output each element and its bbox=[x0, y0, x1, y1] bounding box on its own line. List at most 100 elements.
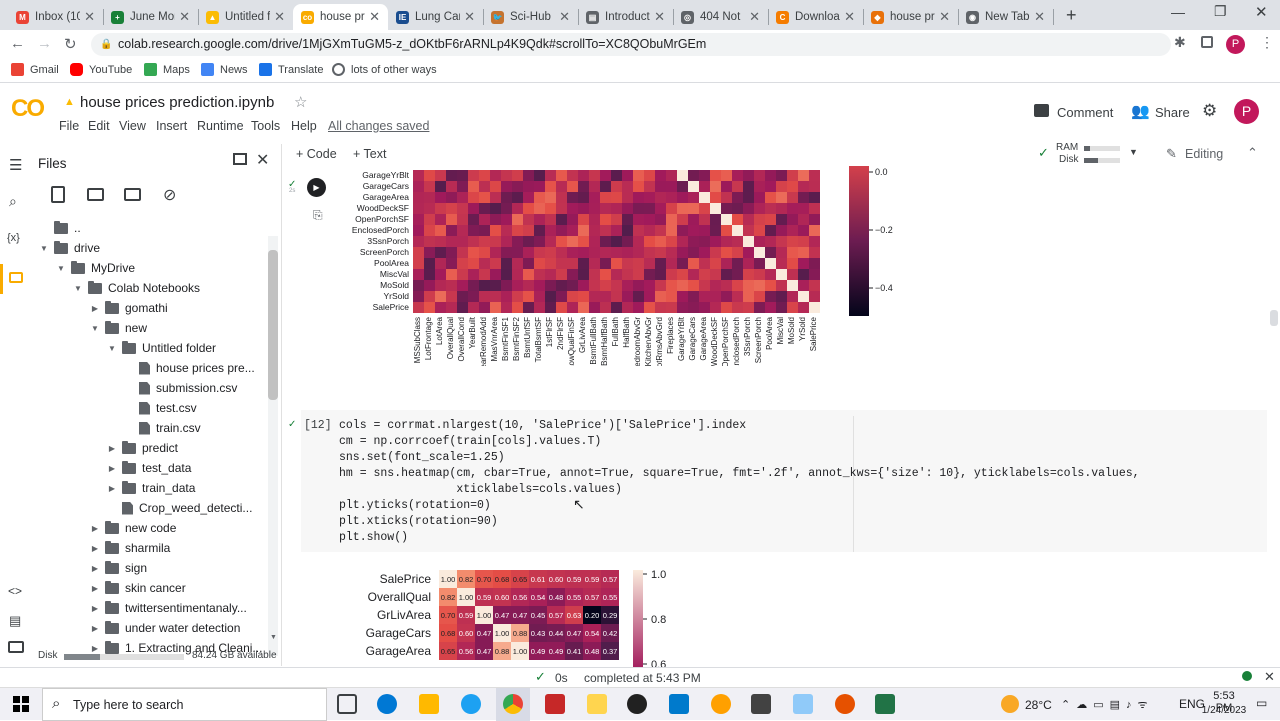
account-avatar[interactable]: P bbox=[1234, 99, 1259, 124]
close-tab-icon[interactable]: ✕ bbox=[559, 9, 570, 25]
side-panel-icon[interactable] bbox=[1201, 36, 1213, 48]
code-line[interactable]: sns.set(font_scale=1.25) bbox=[339, 451, 505, 464]
folder-item[interactable]: ▶ gomathi bbox=[89, 298, 168, 318]
browser-tab[interactable]: ◎ 404 Not ✕ bbox=[673, 4, 768, 30]
expand-down-icon[interactable]: ▼ bbox=[55, 264, 67, 273]
folder-item[interactable]: ▼ Colab Notebooks bbox=[72, 278, 200, 298]
resources-dropdown-icon[interactable]: ▼ bbox=[1129, 147, 1138, 157]
expand-down-icon[interactable]: ▼ bbox=[72, 284, 84, 293]
editing-mode-button[interactable]: Editing bbox=[1185, 147, 1223, 161]
folder-item[interactable]: ▼ drive bbox=[38, 238, 100, 258]
browser-tab[interactable]: IE Lung Can ✕ bbox=[388, 4, 483, 30]
expand-right-icon[interactable]: ▶ bbox=[89, 524, 101, 533]
browser-menu-icon[interactable]: ⋮ bbox=[1260, 34, 1274, 51]
app-icon-yellow[interactable] bbox=[587, 694, 607, 714]
command-palette-icon[interactable]: ▤ bbox=[9, 613, 21, 629]
file-item[interactable]: house prices pre... bbox=[123, 358, 255, 378]
chrome-icon[interactable] bbox=[503, 694, 523, 714]
files-folder-icon[interactable] bbox=[9, 272, 23, 283]
close-tab-icon[interactable]: ✕ bbox=[939, 9, 950, 25]
forward-icon[interactable]: → bbox=[37, 35, 52, 52]
expand-right-icon[interactable]: ▶ bbox=[106, 464, 118, 473]
scroll-down-icon[interactable]: ▼ bbox=[270, 634, 277, 641]
file-item[interactable]: Crop_weed_detecti... bbox=[106, 498, 252, 518]
app-icon-orange[interactable] bbox=[711, 694, 731, 714]
collapse-header-icon[interactable]: ⌃ bbox=[1247, 145, 1258, 161]
notifications-icon[interactable]: ▭ bbox=[1256, 696, 1267, 710]
star-icon[interactable]: ☆ bbox=[294, 93, 307, 111]
code-line[interactable]: xticklabels=cols.values) bbox=[339, 483, 622, 496]
menu-help[interactable]: Help bbox=[291, 119, 317, 133]
code-line[interactable]: plt.show() bbox=[339, 531, 408, 544]
variables-icon[interactable]: {x} bbox=[7, 232, 20, 244]
close-tab-icon[interactable]: ✕ bbox=[274, 9, 285, 25]
app-icon-red[interactable] bbox=[545, 694, 565, 714]
folder-item[interactable]: ▶ predict bbox=[106, 438, 178, 458]
hide-files-icon[interactable]: ⊘ bbox=[163, 185, 176, 205]
expand-right-icon[interactable]: ▶ bbox=[89, 304, 101, 313]
folder-item[interactable]: ▶ twittersentimentanaly... bbox=[89, 598, 247, 618]
code-line[interactable]: plt.xticks(rotation=90) bbox=[339, 515, 498, 528]
vscode-icon[interactable] bbox=[669, 694, 689, 714]
terminal-icon[interactable] bbox=[8, 641, 24, 653]
folder-item[interactable]: .. bbox=[38, 218, 81, 238]
expand-right-icon[interactable]: ▶ bbox=[89, 564, 101, 573]
menu-edit[interactable]: Edit bbox=[88, 119, 110, 133]
close-tab-icon[interactable]: ✕ bbox=[179, 9, 190, 25]
menu-view[interactable]: View bbox=[119, 119, 146, 133]
close-tab-icon[interactable]: ✕ bbox=[749, 9, 760, 25]
menu-runtime[interactable]: Runtime bbox=[197, 119, 244, 133]
close-tab-icon[interactable]: ✕ bbox=[464, 9, 475, 25]
browser-tab[interactable]: C Downloa ✕ bbox=[768, 4, 863, 30]
folder-item[interactable]: ▶ sign bbox=[89, 558, 147, 578]
close-tab-icon[interactable]: ✕ bbox=[1034, 9, 1045, 25]
code-line[interactable]: hm = sns.heatmap(cm, cbar=True, annot=Tr… bbox=[339, 467, 1140, 480]
code-line[interactable]: plt.yticks(rotation=0) bbox=[339, 499, 491, 512]
expand-right-icon[interactable]: ▶ bbox=[89, 624, 101, 633]
code-snippets-icon[interactable]: <> bbox=[8, 584, 22, 598]
bookmark-youtube[interactable]: YouTube bbox=[70, 63, 132, 76]
file-item[interactable]: submission.csv bbox=[123, 378, 237, 398]
windows-start-icon[interactable] bbox=[13, 696, 29, 712]
run-cell-button[interactable]: ▶ bbox=[307, 178, 326, 197]
file-explorer-icon[interactable] bbox=[419, 694, 439, 714]
browser-tab[interactable]: M Inbox (10 ✕ bbox=[8, 4, 103, 30]
settings-gear-icon[interactable]: ⚙ bbox=[1202, 101, 1217, 121]
close-tab-icon[interactable]: ✕ bbox=[369, 9, 380, 25]
notebook-scrollbar[interactable] bbox=[1270, 310, 1278, 326]
bookmark-maps[interactable]: Maps bbox=[144, 63, 190, 76]
add-code-button[interactable]: + Code bbox=[296, 147, 337, 161]
browser-tab[interactable]: ◆ house pr ✕ bbox=[863, 4, 958, 30]
bookmark-news[interactable]: News bbox=[201, 63, 248, 76]
add-text-button[interactable]: + Text bbox=[353, 147, 386, 161]
edge-icon[interactable] bbox=[377, 694, 397, 714]
files-scrollbar[interactable] bbox=[268, 236, 278, 656]
expand-right-icon[interactable]: ▶ bbox=[89, 544, 101, 553]
colab-logo[interactable]: CO bbox=[11, 95, 45, 123]
browser-tab[interactable]: ◉ New Tab ✕ bbox=[958, 4, 1053, 30]
browser-profile-avatar[interactable]: P bbox=[1226, 35, 1245, 54]
folder-item[interactable]: ▼ Untitled folder bbox=[106, 338, 216, 358]
folder-item[interactable]: ▶ skin cancer bbox=[89, 578, 186, 598]
task-view-icon[interactable] bbox=[337, 694, 357, 714]
open-in-tab-icon[interactable] bbox=[233, 153, 247, 165]
folder-item[interactable]: ▶ test_data bbox=[106, 458, 191, 478]
system-tray-icons[interactable]: ⌃☁▭▤♪ᯤ bbox=[1061, 697, 1154, 712]
close-tab-icon[interactable]: ✕ bbox=[844, 9, 855, 25]
app-icon-deep-orange[interactable] bbox=[835, 694, 855, 714]
folder-item[interactable]: ▶ train_data bbox=[106, 478, 195, 498]
search-icon[interactable]: ⌕ bbox=[9, 193, 17, 210]
folder-item[interactable]: ▶ under water detection bbox=[89, 618, 240, 638]
comment-button[interactable]: Comment bbox=[1057, 105, 1113, 120]
folder-item[interactable]: ▼ new bbox=[89, 318, 147, 338]
expand-right-icon[interactable]: ▶ bbox=[89, 584, 101, 593]
url-input[interactable]: 🔒 colab.research.google.com/drive/1MjGXm… bbox=[91, 33, 1171, 56]
file-item[interactable]: train.csv bbox=[123, 418, 201, 438]
table-of-contents-icon[interactable]: ☰ bbox=[9, 156, 22, 174]
refresh-folder-icon[interactable] bbox=[87, 188, 104, 201]
code-line[interactable]: cols = corrmat.nlargest(10, 'SalePrice')… bbox=[339, 419, 746, 432]
close-tab-icon[interactable]: ✕ bbox=[654, 9, 665, 25]
close-tab-icon[interactable]: ✕ bbox=[84, 9, 95, 25]
close-status-icon[interactable]: ✕ bbox=[1264, 669, 1275, 685]
menu-tools[interactable]: Tools bbox=[251, 119, 280, 133]
